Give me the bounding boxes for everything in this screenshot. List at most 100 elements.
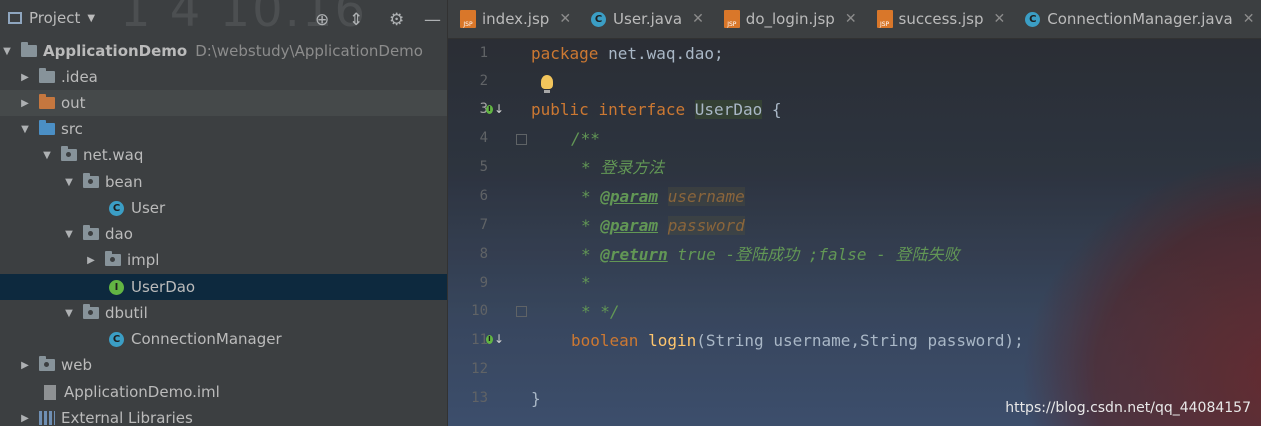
keyword: interface [598, 100, 686, 119]
tree-item-impl[interactable]: ▶ impl [0, 247, 447, 273]
doc-comment: * [581, 273, 591, 292]
tree-item-iml[interactable]: ApplicationDemo.iml [0, 379, 447, 405]
code-line-10[interactable]: * */ [581, 297, 620, 326]
source-watermark: https://blog.csdn.net/qq_44084157 [1005, 400, 1251, 416]
doc-comment: * */ [581, 302, 620, 321]
code-line-3[interactable]: public interface UserDao { [531, 95, 781, 124]
line-number: 2 [479, 73, 488, 89]
line-number: 5 [479, 159, 488, 175]
keyword: public [531, 100, 589, 119]
class-icon: C [1025, 11, 1041, 27]
chevron-down-icon[interactable]: ▼ [62, 308, 76, 319]
tree-item-label: ApplicationDemo.iml [64, 383, 220, 401]
line-number: 10 [471, 303, 488, 319]
collapse-all-icon[interactable]: ⇕ [349, 10, 363, 30]
line-number: 3 [479, 101, 488, 117]
line-number-gutter: 1 2 3 4 5 6 7 8 9 10 11 12 13 [448, 38, 526, 426]
class-icon: C [109, 200, 124, 216]
tree-item-bean[interactable]: ▼ bean [0, 169, 447, 195]
editor-tabs: JSP index.jsp ✕ C User.java ✕ JSP do_log… [448, 0, 1261, 39]
project-panel: 1 4 10.16 Project ▼ ⊕ ⇕ ⚙ — ▼ Applicatio… [0, 0, 448, 426]
doc-comment: * [581, 187, 601, 206]
fold-marker-icon[interactable] [516, 134, 527, 145]
chevron-down-icon[interactable]: ▼ [62, 177, 76, 188]
tree-item-src[interactable]: ▼ src [0, 116, 447, 142]
tree-item-connectionmanager[interactable]: C ConnectionManager [0, 326, 447, 352]
tree-item-label: UserDao [131, 278, 196, 296]
tree-item-label: src [61, 120, 83, 138]
doc-tag: @param [600, 216, 659, 235]
close-icon[interactable]: ✕ [559, 11, 571, 27]
keyword: boolean [571, 331, 639, 350]
chevron-right-icon[interactable]: ▶ [18, 413, 32, 424]
tree-item-label: dbutil [105, 304, 148, 322]
tab-index-jsp[interactable]: JSP index.jsp ✕ [448, 0, 579, 38]
close-icon[interactable]: ✕ [994, 11, 1006, 27]
tree-item-userdao[interactable]: I UserDao [0, 274, 447, 300]
gear-icon[interactable]: ⚙ [389, 10, 404, 30]
code-line-13[interactable]: } [531, 384, 541, 413]
interface-name: UserDao [694, 100, 763, 119]
lightbulb-icon[interactable] [541, 75, 553, 93]
chevron-down-icon[interactable]: ▼ [0, 46, 14, 57]
close-icon[interactable]: ✕ [845, 11, 857, 27]
jsp-file-icon: JSP [876, 10, 893, 28]
doc-comment: * 登录方法 [581, 158, 665, 177]
tree-item-web[interactable]: ▶ web [0, 352, 447, 378]
chevron-down-icon[interactable]: ▼ [18, 124, 32, 135]
tree-item-dbutil[interactable]: ▼ dbutil [0, 300, 447, 326]
code-line-7[interactable]: * @param password [581, 211, 745, 240]
module-folder-icon [21, 42, 37, 57]
chevron-right-icon[interactable]: ▶ [18, 98, 32, 109]
tree-item-dao[interactable]: ▼ dao [0, 221, 447, 247]
code-line-9[interactable]: * [581, 268, 591, 297]
implemented-gutter-icon[interactable]: I ↓ [486, 102, 504, 116]
line-number: 12 [471, 361, 488, 377]
output-folder-icon [39, 94, 55, 109]
chevron-right-icon[interactable]: ▶ [84, 255, 98, 266]
chevron-down-icon[interactable]: ▼ [40, 150, 54, 161]
tab-user-java[interactable]: C User.java ✕ [579, 0, 712, 38]
chevron-right-icon[interactable]: ▶ [18, 72, 32, 83]
code-line-1[interactable]: package net.waq.dao; [531, 39, 724, 68]
code-line-6[interactable]: * @param username [581, 182, 745, 211]
tree-item-label: out [61, 94, 86, 112]
tree-item-label: ConnectionManager [131, 330, 282, 348]
code-line-4[interactable]: /** [571, 124, 600, 153]
project-icon [8, 12, 22, 24]
doc-comment: /** [571, 129, 600, 148]
tab-do-login-jsp[interactable]: JSP do_login.jsp ✕ [712, 0, 865, 38]
tree-item-external-libraries[interactable]: ▶ External Libraries [0, 405, 447, 426]
fold-marker-icon[interactable] [516, 306, 527, 317]
tree-item-label: bean [105, 173, 143, 191]
close-icon[interactable]: ✕ [692, 11, 704, 27]
code-line-8[interactable]: * @return true -登陆成功 ;false - 登陆失败 [581, 240, 959, 269]
tree-item-idea[interactable]: ▶ .idea [0, 64, 447, 90]
iml-file-icon [44, 384, 56, 400]
tree-item-user[interactable]: C User [0, 195, 447, 221]
tree-item-net-waq[interactable]: ▼ net.waq [0, 142, 447, 168]
tree-item-label: impl [127, 251, 160, 269]
tree-item-label: .idea [61, 68, 98, 86]
chevron-right-icon[interactable]: ▶ [18, 360, 32, 371]
tree-item-applicationdemo[interactable]: ▼ ApplicationDemo D:\webstudy\Applicatio… [0, 38, 447, 64]
tab-success-jsp[interactable]: JSP success.jsp ✕ [865, 0, 1014, 38]
implemented-gutter-icon[interactable]: I ↓ [486, 332, 504, 346]
close-icon[interactable]: ✕ [1243, 11, 1255, 27]
code-line-11[interactable]: boolean login(String username,String pas… [571, 326, 1024, 355]
doc-tag: @param [600, 187, 659, 206]
line-number: 4 [479, 130, 488, 146]
background-watermark: 1 4 10.16 [120, 0, 368, 38]
tree-item-label: User [131, 199, 166, 217]
tab-connectionmanager-java[interactable]: C ConnectionManager.java ✕ [1013, 0, 1261, 38]
package-icon [61, 146, 77, 161]
package-icon [105, 251, 121, 266]
code-line-5[interactable]: * 登录方法 [581, 153, 664, 182]
locate-target-icon[interactable]: ⊕ [315, 10, 329, 30]
doc-comment: true -登陆成功 ;false - 登陆失败 [667, 245, 960, 264]
minimize-icon[interactable]: — [424, 10, 441, 30]
package-icon [83, 173, 99, 188]
chevron-down-icon[interactable]: ▼ [62, 229, 76, 240]
tree-item-out[interactable]: ▶ out [0, 90, 447, 116]
project-view-selector[interactable]: Project ▼ [8, 9, 95, 27]
